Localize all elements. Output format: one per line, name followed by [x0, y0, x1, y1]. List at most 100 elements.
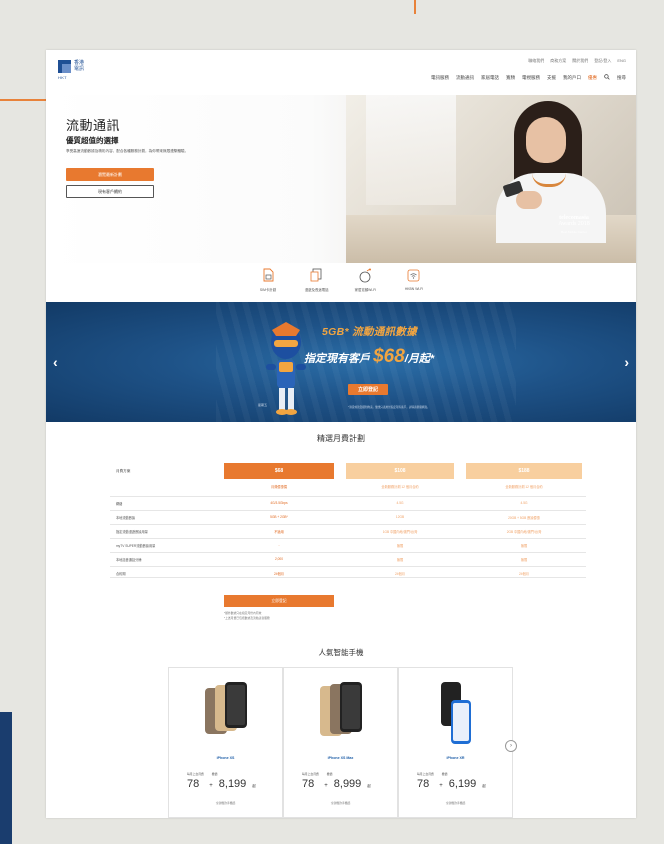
wifi-router-icon: [358, 267, 372, 283]
plus-sign: +: [324, 783, 328, 789]
banner-offer: 指定現有客戶 $68/月起*: [304, 346, 434, 368]
nav-item[interactable]: 電訊服務: [431, 75, 449, 81]
plus-sign: +: [439, 783, 443, 789]
nav-item[interactable]: 電視服務: [522, 75, 540, 81]
plan-row-label: myTV SUPER流動數據用量: [116, 544, 156, 548]
service-label: HKBN Wi-Fi: [404, 287, 424, 291]
plan-cell: 無限: [520, 558, 528, 562]
phone-name: iPhone XS: [216, 756, 235, 760]
banner-offer-prefix: 指定現有客戶: [304, 353, 370, 365]
service-wifi[interactable]: HKBN Wi-Fi: [392, 267, 436, 301]
price-labels: 每月上台月費 機價: [302, 772, 332, 776]
util-link[interactable]: 登記/登入: [594, 58, 611, 64]
handset-label: 機價: [211, 772, 218, 776]
plan-cell: -: [278, 543, 280, 547]
monthly-price: 78: [302, 778, 315, 790]
card-footnote: 全新機款手機起: [215, 801, 236, 805]
logo-text: 香港 電訊: [74, 60, 85, 72]
nav-item[interactable]: 流動通訊: [456, 75, 474, 81]
plan-cell: 無限: [396, 544, 404, 548]
nav-item[interactable]: 我的戶口: [563, 75, 581, 81]
price-unit: 起: [367, 784, 371, 788]
chevron-left-icon[interactable]: ‹: [53, 354, 58, 370]
renew-contract-button[interactable]: 現有客戶續約: [66, 185, 154, 198]
hero-section: telecomasia Awards 2018 Best Mobile Carr…: [46, 95, 636, 263]
plan-cell: 4G/3.5Gbps: [270, 501, 288, 505]
monthly-label: 每月上台月費: [302, 772, 319, 776]
plan-row-contract: 合約期 24個月 24個月 24個月: [110, 566, 586, 578]
iphone-xs-max-image: [320, 682, 362, 736]
page-title: 流動通訊: [66, 118, 121, 133]
promo-banner[interactable]: ‹ › 星期五 5GB* 流動通訊數據 指定現有客戶 $68/月起* 立即登記 …: [46, 302, 636, 422]
plan-cell: 12GB: [395, 515, 405, 519]
price-labels: 每月上台月費 機價: [417, 772, 447, 776]
nav-item[interactable]: 支援: [547, 75, 556, 81]
service-roaming[interactable]: 漫遊及長途電話: [295, 267, 339, 301]
plan-row-data: 本地流動數據 5GB + 2GB* 12GB 20GB + 5GB 數據優惠: [110, 510, 586, 522]
plan-cell: 24個月: [395, 572, 405, 576]
decorative-block: [0, 712, 12, 844]
price-values: 78 + 8,999 起: [302, 778, 371, 790]
banner-headline: 5GB* 流動通訊數據: [322, 326, 417, 338]
phone-card-iphone-xs-max[interactable]: iPhone XS Max 每月上台月費 機價 78 + 8,999 起 全新機…: [283, 667, 398, 818]
plans-section-title: 精選月費計劃: [317, 434, 365, 443]
plan-cell: 無限: [396, 558, 404, 562]
util-link[interactable]: 商務方案: [550, 58, 566, 64]
chevron-right-icon[interactable]: ›: [624, 354, 629, 370]
phone-card-iphone-xr[interactable]: iPhone XR 每月上台月費 機價 78 + 6,199 起 全新機款手機起: [398, 667, 513, 818]
search-icon[interactable]: [604, 74, 610, 81]
banner-register-button[interactable]: 立即登記: [348, 384, 388, 395]
util-link[interactable]: 關於我們: [572, 58, 588, 64]
nav-item-active[interactable]: 優惠: [588, 75, 597, 81]
util-link[interactable]: 聯絡我們: [528, 58, 544, 64]
plan-header-68[interactable]: $68: [224, 463, 334, 479]
mascot-illustration: [266, 322, 306, 415]
photo-person-face: [526, 117, 566, 163]
handset-label: 機價: [441, 772, 448, 776]
footnote: *上述月費已包括數據及流動語音服務: [224, 615, 270, 620]
plan-cell: 1GB 中國內地/澳門/台灣: [382, 530, 418, 534]
award-category: Best Mobile Carrier: [561, 230, 587, 234]
browse-plans-button[interactable]: 瀏覽最新計劃: [66, 168, 154, 181]
main-nav: 電訊服務 流動通訊 家居電話 寬頻 電視服務 支援 我的戶口 優惠 搜尋: [431, 74, 626, 81]
plan-note: 全新服務計劃 12 個月合約: [505, 485, 543, 489]
plan-cell: 24個月: [519, 572, 529, 576]
plan-cell: 24個月: [274, 572, 284, 576]
site-header: 香港 電訊 HKT 聯絡我們 商務方案 關於我們 登記/登入 ENG 電訊服務 …: [46, 50, 636, 95]
service-shortcuts: SIM卡計劃 漫遊及長途電話 家居寬頻Wi-Fi HKBN Wi-Fi: [246, 267, 436, 301]
wifi-icon: [407, 267, 421, 283]
search-label[interactable]: 搜尋: [617, 75, 626, 81]
utility-links: 聯絡我們 商務方案 關於我們 登記/登入 ENG: [528, 58, 626, 64]
monthly-price: 78: [187, 778, 200, 790]
carousel-next-button[interactable]: ›: [505, 740, 517, 752]
monthly-label: 每月上台月費: [187, 772, 204, 776]
handset-label: 機價: [326, 772, 333, 776]
phone-name: iPhone XR: [446, 756, 465, 760]
price-values: 78 + 6,199 起: [417, 778, 486, 790]
brand-logo[interactable]: 香港 電訊 HKT: [58, 60, 96, 82]
banner-price-suffix: /月起*: [404, 353, 435, 365]
service-sim[interactable]: SIM卡計劃: [246, 267, 290, 301]
nav-item[interactable]: 寬頻: [506, 75, 515, 81]
plan-cell: 4.5G: [396, 501, 404, 505]
plan-header-108[interactable]: $108: [346, 463, 454, 479]
plan-note: 全新服務計劃 12 個月合約: [381, 485, 419, 489]
plan-cell: 2GB 中國內地/澳門/台灣: [506, 530, 542, 534]
plan-row-label: 合約期: [116, 572, 126, 576]
page-subtitle: 優質超值的選擇: [66, 136, 119, 145]
plan-cell: 無限: [520, 544, 528, 548]
banner-price: $68: [373, 346, 405, 367]
nav-item[interactable]: 家居電話: [481, 75, 499, 81]
plan-cell: 2,000: [275, 557, 283, 561]
roaming-icon: [310, 267, 324, 283]
plan-register-button[interactable]: 立即登記: [224, 595, 334, 607]
phone-card-iphone-xs[interactable]: iPhone XS 每月上台月費 機價 78 + 8,199 起 全新機款手機起: [168, 667, 283, 818]
plan-cell: 5GB + 2GB*: [270, 515, 288, 519]
decorative-accent-line: [0, 99, 46, 101]
plan-header-188[interactable]: $188: [466, 463, 582, 479]
service-home-wifi[interactable]: 家居寬頻Wi-Fi: [343, 267, 387, 301]
language-switch[interactable]: ENG: [617, 58, 626, 64]
plan-row-voice: 本地話音通話分鐘 2,000 無限 無限: [110, 552, 586, 564]
plan-row-network: 網絡 4G/3.5Gbps 4.5G 4.5G: [110, 496, 586, 508]
phone-name: iPhone XS Max: [327, 756, 354, 760]
